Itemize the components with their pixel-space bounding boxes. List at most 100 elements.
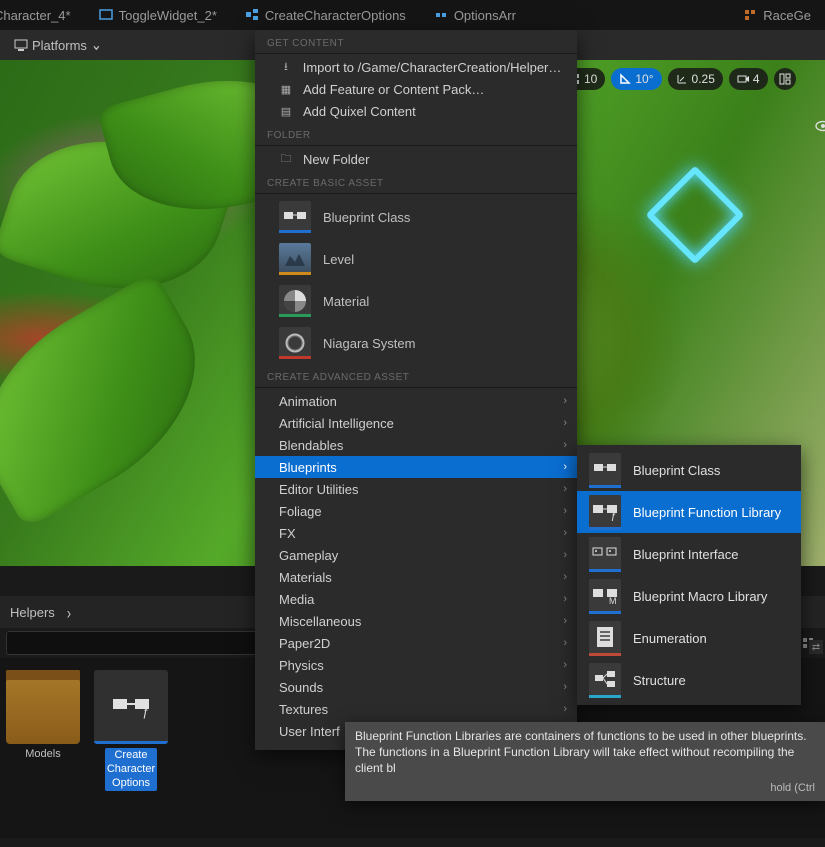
panel-toggle-icon[interactable]: ⇄: [809, 640, 823, 654]
tab-optionsarr[interactable]: OptionsArr: [420, 0, 530, 30]
chevron-right-icon: ›: [563, 659, 567, 671]
blueprint-macro-library-icon: M: [589, 579, 621, 611]
menu-label: Blueprint Class: [323, 210, 410, 225]
viewport-layout-button[interactable]: [774, 68, 796, 90]
submenu-blueprint-class[interactable]: Blueprint Class: [577, 449, 801, 491]
menu-label: Level: [323, 252, 354, 267]
menu-new-folder[interactable]: 🗀 New Folder: [255, 148, 577, 170]
menu-material[interactable]: Material: [255, 280, 577, 322]
menu-advanced-paper2d[interactable]: Paper2D›: [255, 632, 577, 654]
enum-icon: [743, 8, 757, 22]
asset-create-character-options[interactable]: ƒ Create Character Options: [94, 670, 168, 826]
library-icon: ▤: [279, 104, 293, 118]
menu-advanced-textures[interactable]: Textures›: [255, 698, 577, 720]
enumeration-icon: [589, 621, 621, 653]
accent-bar: [589, 527, 621, 530]
tooltip-text: Blueprint Function Libraries are contain…: [355, 728, 815, 777]
chevron-right-icon: ›: [563, 615, 567, 627]
menu-advanced-media[interactable]: Media ›: [255, 588, 577, 610]
menu-advanced-materials[interactable]: Materials›: [255, 566, 577, 588]
tab-label: ToggleWidget_2*: [119, 8, 217, 23]
chevron-right-icon: ›: [563, 505, 567, 517]
menu-label: Niagara System: [323, 336, 415, 351]
chevron-right-icon: ›: [563, 483, 567, 495]
menu-advanced-fx[interactable]: FX›: [255, 522, 577, 544]
tab-label: OptionsArr: [454, 8, 516, 23]
tab-createcharacteroptions[interactable]: CreateCharacterOptions: [231, 0, 420, 30]
menu-advanced-sounds[interactable]: Sounds›: [255, 676, 577, 698]
chevron-right-icon: ›: [563, 703, 567, 715]
accent-bar: [589, 485, 621, 488]
menu-label: New Folder: [303, 152, 369, 167]
folder-icon: 🗀: [279, 152, 293, 166]
menu-label: User Interf: [279, 724, 340, 739]
menu-advanced-editor-utilities[interactable]: Editor Utilities›: [255, 478, 577, 500]
menu-advanced-gameplay[interactable]: Gameplay›: [255, 544, 577, 566]
submenu-label: Blueprint Class: [633, 463, 720, 478]
blueprint-class-icon: [279, 201, 311, 233]
menu-niagara-system[interactable]: Niagara System: [255, 322, 577, 364]
submenu-blueprint-macro-library[interactable]: M Blueprint Macro Library: [577, 575, 801, 617]
editor-tabs: Character_4* ToggleWidget_2* CreateChara…: [0, 0, 825, 30]
menu-advanced-foliage[interactable]: Foliage ›: [255, 500, 577, 522]
visibility-icon[interactable]: [815, 120, 825, 132]
svg-text:ƒ: ƒ: [610, 511, 616, 521]
submenu-structure[interactable]: Structure: [577, 659, 801, 701]
menu-label: Media: [279, 592, 314, 607]
chevron-right-icon: ›: [563, 439, 567, 451]
chevron-right-icon: ›: [563, 593, 567, 605]
menu-advanced-physics[interactable]: Physics›: [255, 654, 577, 676]
menu-advanced-blueprints[interactable]: Blueprints›: [255, 456, 577, 478]
menu-advanced-artificial-intelligence[interactable]: Artificial Intelligence›: [255, 412, 577, 434]
section-header-get-content: GET CONTENT: [255, 30, 577, 54]
menu-import-to[interactable]: ⭳ Import to /Game/CharacterCreation/Help…: [255, 56, 577, 78]
tab-character4[interactable]: Character_4*: [0, 0, 85, 30]
menu-label: Material: [323, 294, 369, 309]
tooltip-hint: hold (Ctrl: [355, 781, 815, 796]
chevron-right-icon: ›: [563, 681, 567, 693]
submenu-label: Enumeration: [633, 631, 707, 646]
asset-folder-models[interactable]: Models: [6, 670, 80, 826]
snap-angle-toggle[interactable]: 10°: [611, 68, 661, 90]
tab-label: RaceGe: [763, 8, 811, 23]
tab-togglewidget[interactable]: ToggleWidget_2*: [85, 0, 231, 30]
camera-speed[interactable]: 4: [729, 68, 768, 90]
svg-text:M: M: [609, 596, 617, 605]
menu-label: FX: [279, 526, 296, 541]
chevron-right-icon: ›: [67, 602, 71, 622]
menu-label: Import to /Game/CharacterCreation/Helper…: [303, 60, 563, 75]
menu-label: Add Feature or Content Pack…: [303, 82, 484, 97]
menu-level[interactable]: Level: [255, 238, 577, 280]
snap-scale-toggle[interactable]: 0.25: [668, 68, 723, 90]
menu-label: Miscellaneous: [279, 614, 361, 629]
tab-label: CreateCharacterOptions: [265, 8, 406, 23]
submenu-blueprint-function-library[interactable]: ƒBlueprint Function Library: [577, 491, 801, 533]
menu-blueprint-class[interactable]: Blueprint Class: [255, 196, 577, 238]
chevron-right-icon: ›: [563, 571, 567, 583]
submenu-enumeration[interactable]: Enumeration: [577, 617, 801, 659]
menu-advanced-miscellaneous[interactable]: Miscellaneous ›: [255, 610, 577, 632]
widget-icon: [99, 8, 113, 22]
chevron-right-icon: ›: [563, 395, 567, 407]
platforms-dropdown[interactable]: Platforms ⌄: [8, 37, 108, 53]
submenu-blueprint-interface[interactable]: Blueprint Interface: [577, 533, 801, 575]
viewport-hud: 10 10° 0.25 4: [560, 68, 796, 90]
submenu-label: Blueprint Macro Library: [633, 589, 767, 604]
section-header-advanced: CREATE ADVANCED ASSET: [255, 364, 577, 388]
accent-bar: [589, 611, 621, 614]
tab-racege[interactable]: RaceGe: [729, 0, 825, 30]
chevron-down-icon: ⌄: [91, 35, 102, 56]
blueprint-class-icon: [589, 453, 621, 485]
scale-icon: [676, 73, 688, 85]
breadcrumb-folder[interactable]: Helpers: [10, 605, 55, 620]
menu-advanced-blendables[interactable]: Blendables›: [255, 434, 577, 456]
material-icon: [279, 285, 311, 317]
menu-add-quixel[interactable]: ▤ Add Quixel Content: [255, 100, 577, 122]
platforms-label: Platforms: [32, 38, 87, 53]
camera-speed-value: 4: [753, 72, 760, 86]
menu-advanced-animation[interactable]: Animation›: [255, 390, 577, 412]
import-icon: ⭳: [279, 60, 293, 74]
menu-label: Foliage: [279, 504, 322, 519]
angle-icon: [619, 73, 631, 85]
menu-add-feature[interactable]: ▦ Add Feature or Content Pack…: [255, 78, 577, 100]
